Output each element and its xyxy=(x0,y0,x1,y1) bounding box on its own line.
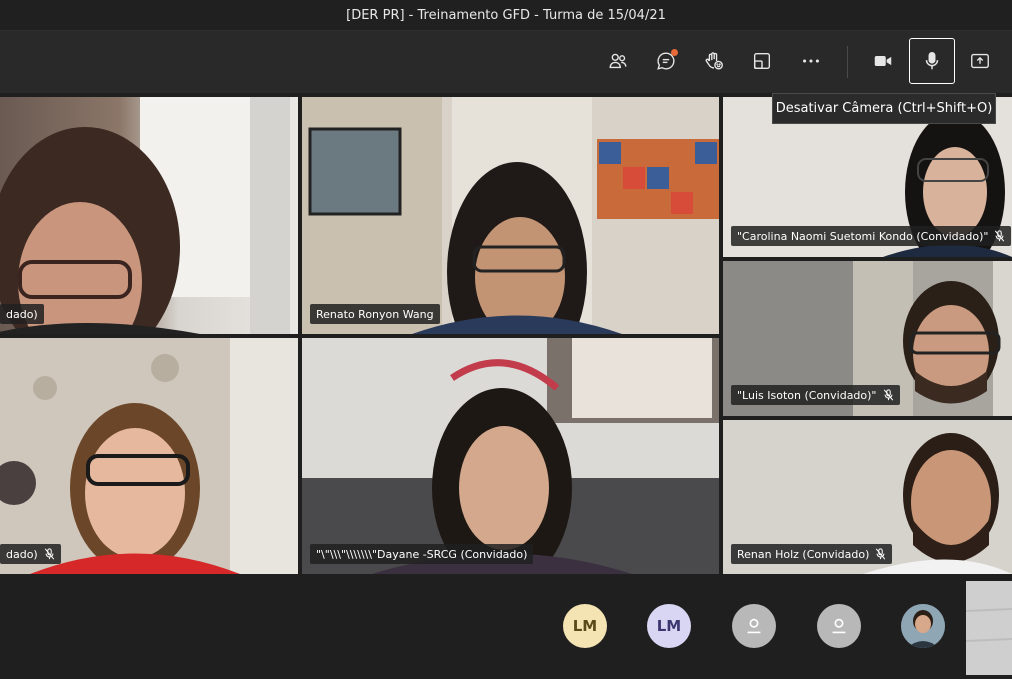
avatar[interactable] xyxy=(901,604,945,648)
people-icon xyxy=(609,53,627,69)
microphone-icon xyxy=(925,52,939,70)
participant-name-tag: dado) xyxy=(0,544,61,564)
share-screen-button[interactable] xyxy=(958,39,1002,83)
participant-video xyxy=(302,338,719,574)
mic-off-icon xyxy=(995,230,1005,242)
video-tile[interactable]: dado) xyxy=(0,97,298,334)
microphone-button[interactable] xyxy=(909,38,955,84)
self-video-preview[interactable] xyxy=(965,581,1012,675)
camera-tooltip: Desativar Câmera (Ctrl+Shift+O) xyxy=(772,93,996,124)
camera-icon xyxy=(874,55,892,67)
rooms-button[interactable] xyxy=(740,39,784,83)
raise-hand-icon xyxy=(705,52,723,70)
video-tile[interactable]: "Luis Isoton (Convidado)" xyxy=(723,261,1012,416)
camera-button[interactable] xyxy=(861,39,905,83)
mic-off-icon xyxy=(876,548,886,560)
avatar[interactable]: LM xyxy=(563,604,607,648)
self-video xyxy=(965,581,1012,675)
participant-name-tag: Renan Holz (Convidado) xyxy=(731,544,893,564)
participant-name-tag: "Carolina Naomi Suetomi Kondo (Convidado… xyxy=(731,226,1012,246)
avatar[interactable] xyxy=(732,604,776,648)
tooltip-text: Desativar Câmera (Ctrl+Shift+O) xyxy=(775,101,993,116)
user-photo xyxy=(901,604,945,648)
avatar[interactable]: LM xyxy=(647,604,691,648)
chat-button[interactable] xyxy=(644,39,688,83)
meeting-toolbar xyxy=(0,31,1012,93)
window-title: [DER PR] - Treinamento GFD - Turma de 15… xyxy=(346,7,666,23)
more-icon xyxy=(803,59,819,63)
participant-video xyxy=(0,338,298,574)
participant-video xyxy=(302,97,719,334)
video-tile[interactable]: Renan Holz (Convidado) xyxy=(723,420,1012,574)
mic-off-icon xyxy=(44,548,54,560)
participant-strip: LM LM xyxy=(0,577,1012,675)
video-tile[interactable]: dado) xyxy=(0,338,298,574)
participant-name-tag: "\"\\\"\\\\\\\"Dayane -SRCG (Convidado) xyxy=(310,544,534,564)
participants-button[interactable] xyxy=(596,39,640,83)
user-icon xyxy=(747,618,761,634)
window-titlebar: [DER PR] - Treinamento GFD - Turma de 15… xyxy=(0,0,1012,31)
participant-name-tag: dado) xyxy=(0,304,44,324)
user-icon xyxy=(832,618,846,634)
reactions-button[interactable] xyxy=(692,39,736,83)
participant-video xyxy=(0,97,290,334)
more-options-button[interactable] xyxy=(789,39,833,83)
video-tile[interactable]: "\"\\\"\\\\\\\"Dayane -SRCG (Convidado) xyxy=(302,338,719,574)
share-icon xyxy=(971,53,989,69)
avatar[interactable] xyxy=(817,604,861,648)
participant-name-tag: "Luis Isoton (Convidado)" xyxy=(731,385,900,405)
video-tile[interactable]: Renato Ronyon Wang xyxy=(302,97,719,334)
notification-dot xyxy=(671,49,678,56)
toolbar-divider xyxy=(847,46,848,78)
mic-off-icon xyxy=(883,389,893,401)
participant-name-tag: Renato Ronyon Wang xyxy=(310,304,440,324)
rooms-icon xyxy=(753,52,771,70)
